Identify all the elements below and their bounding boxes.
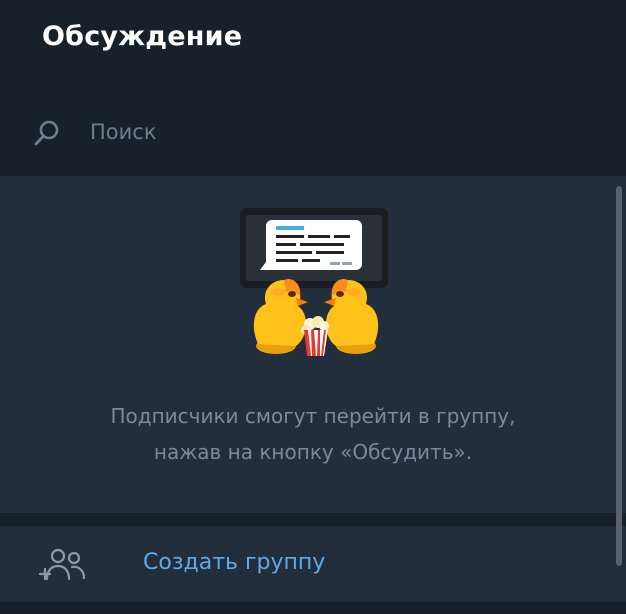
bottom-strip [0,602,626,614]
create-group-label: Создать группу [143,550,326,575]
popcorn-ducks-illustration [236,206,392,358]
hint-line: Подписчики смогут перейти в группу, [110,404,516,428]
page-title: Обсуждение [42,21,243,52]
hint-line: нажав на кнопку «Обсудить». [153,440,473,464]
search-input[interactable] [90,114,570,150]
scrollbar[interactable] [616,186,622,566]
empty-state: Подписчики смогут перейти в группу, нажа… [0,176,626,513]
search-icon [32,118,62,148]
add-group-icon [38,548,88,582]
empty-state-hint: Подписчики смогут перейти в группу, нажа… [0,398,626,470]
section-divider [0,513,626,526]
create-group-button[interactable]: Создать группу [0,526,626,602]
search-bar[interactable] [0,100,626,164]
discussion-panel: Обсуждение Поиск Подписчики смогут перей… [0,0,626,614]
